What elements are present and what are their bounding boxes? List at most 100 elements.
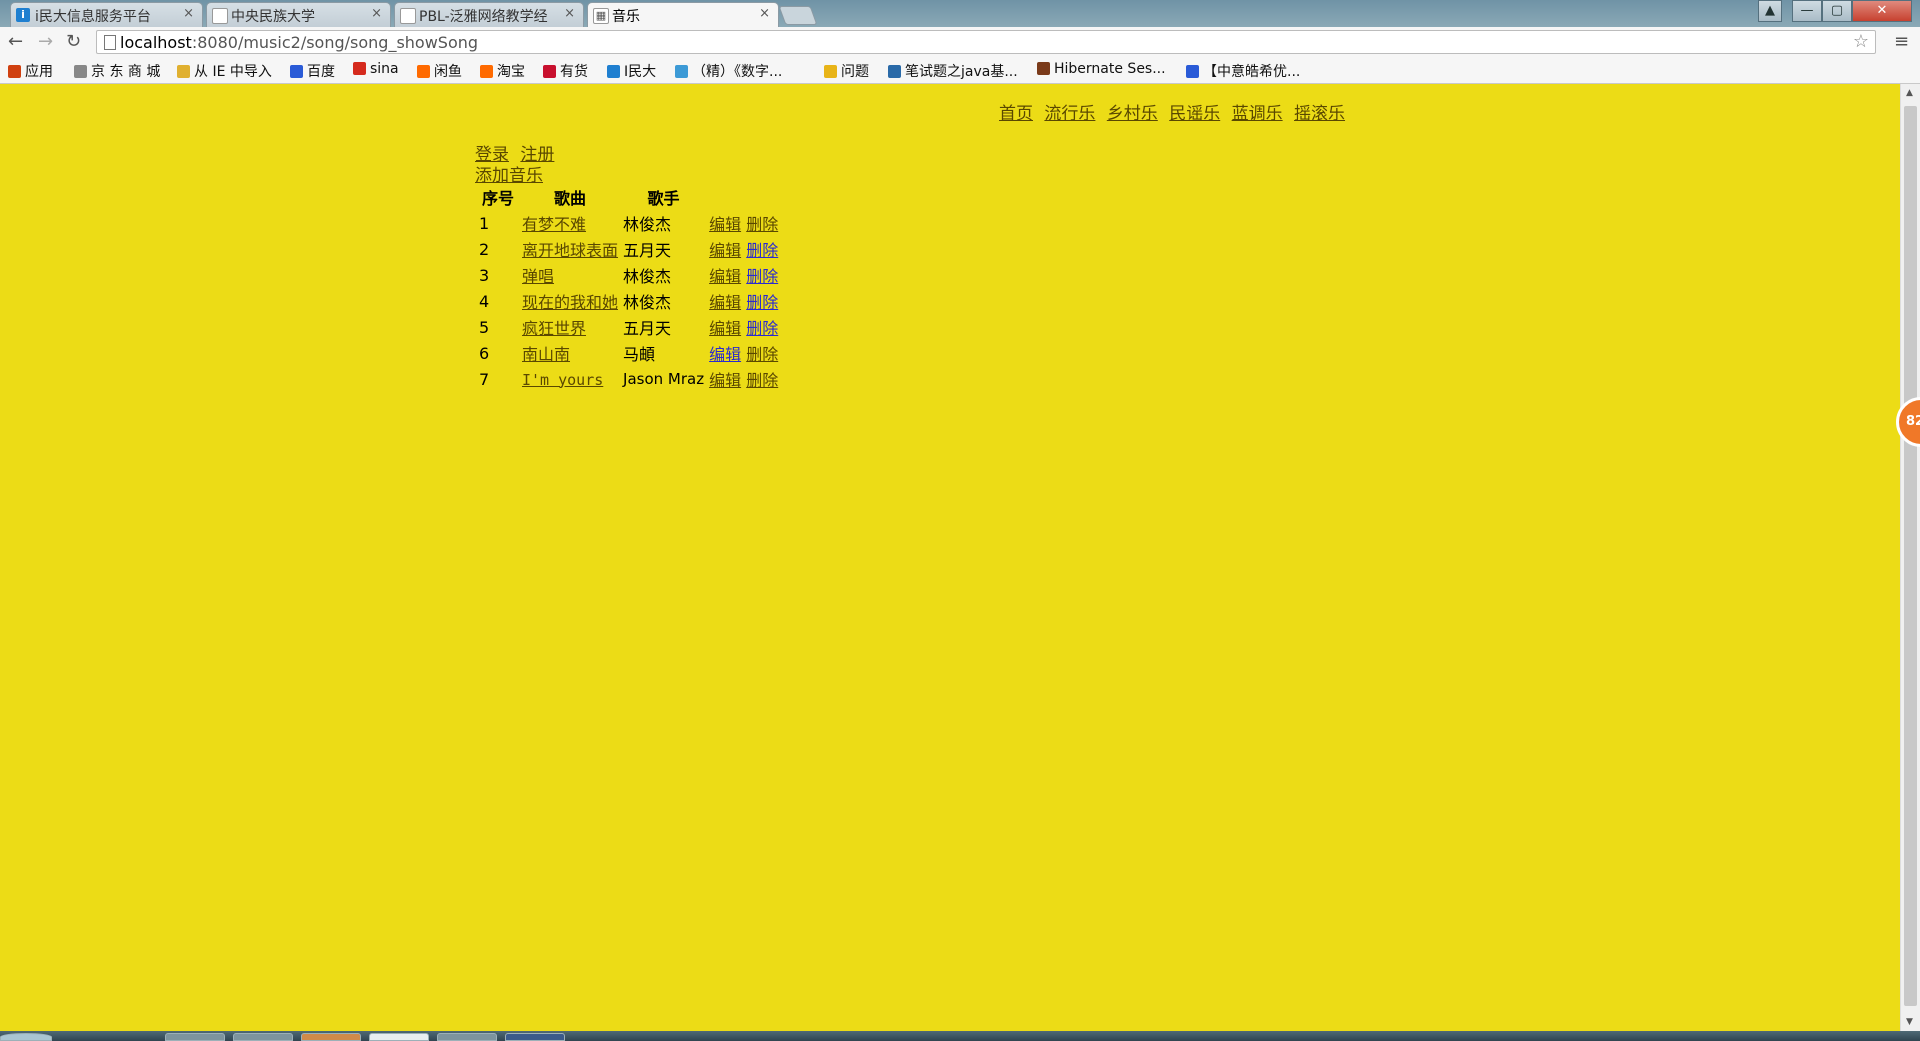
maximize-button[interactable]: ▢: [1822, 0, 1852, 22]
bookmark-item[interactable]: 从 IE 中导入: [177, 61, 272, 81]
nav-link-rock[interactable]: 摇滚乐: [1294, 104, 1345, 124]
book-icon: [675, 65, 688, 78]
scroll-down-icon[interactable]: ▼: [1906, 1017, 1913, 1027]
header-index: 序号: [481, 189, 514, 208]
bookmark-item[interactable]: 京 东 商 城: [74, 61, 160, 81]
url-path: :8080/music2/song/song_showSong: [191, 33, 479, 52]
page-icon: [212, 8, 228, 24]
taskbar-app[interactable]: [437, 1033, 497, 1041]
song-index: 4: [479, 291, 490, 311]
browser-toolbar: ← → ↻ localhost:8080/music2/song/song_sh…: [0, 27, 1920, 57]
new-tab-button[interactable]: [778, 6, 818, 25]
edit-link[interactable]: 编辑: [709, 241, 741, 260]
close-window-button[interactable]: ✕: [1852, 0, 1912, 22]
song-title-link[interactable]: 现在的我和她: [522, 293, 618, 312]
forward-icon[interactable]: →: [38, 31, 53, 52]
scrollbar-thumb[interactable]: [1904, 106, 1917, 1006]
bookmark-item[interactable]: 【中意皓希优...: [1186, 61, 1300, 81]
tab-imind-info[interactable]: i i民大信息服务平台 ×: [10, 2, 203, 27]
close-tab-icon[interactable]: ×: [564, 6, 575, 21]
bookmark-item[interactable]: 淘宝: [480, 61, 525, 81]
smile-icon: [824, 65, 837, 78]
song-cell: 有梦不难: [521, 211, 619, 235]
delete-link[interactable]: 删除: [746, 319, 778, 338]
bookmark-item[interactable]: （精）《数字...: [675, 61, 782, 81]
taskbar-app[interactable]: [233, 1033, 293, 1041]
song-title-link[interactable]: 弹唱: [522, 267, 554, 286]
edit-link[interactable]: 编辑: [709, 345, 741, 364]
bookmark-item[interactable]: 问题: [824, 61, 869, 81]
edit-link[interactable]: 编辑: [709, 293, 741, 312]
song-title-link[interactable]: 离开地球表面: [522, 241, 618, 260]
menu-icon[interactable]: ≡: [1894, 31, 1909, 52]
url-text[interactable]: localhost:8080/music2/song/song_showSong: [120, 33, 478, 52]
bookmark-item[interactable]: Hibernate Ses...: [1037, 61, 1166, 77]
song-index: 3: [479, 265, 490, 285]
baidu-icon: [1186, 65, 1199, 78]
start-button[interactable]: [0, 1033, 52, 1041]
singer-cell: 林俊杰: [623, 215, 672, 234]
top-nav: 首页 流行乐 乡村乐 民谣乐 蓝调乐 摇滚乐: [999, 99, 1351, 124]
song-title-link[interactable]: 南山南: [522, 345, 570, 364]
song-title-link[interactable]: I'm yours: [522, 371, 603, 389]
address-bar[interactable]: localhost:8080/music2/song/song_showSong…: [96, 30, 1876, 54]
nav-link-blues[interactable]: 蓝调乐: [1232, 104, 1283, 124]
minimize-button[interactable]: —: [1792, 0, 1822, 22]
bookmark-star-icon[interactable]: ☆: [1853, 31, 1869, 52]
taobao-icon: [417, 65, 430, 78]
song-cell: I'm yours: [521, 367, 619, 391]
bookmark-item[interactable]: 应用: [8, 61, 53, 81]
bookmark-item[interactable]: I民大: [607, 61, 656, 81]
bookmark-item[interactable]: 百度: [290, 61, 335, 81]
nav-link-folk[interactable]: 民谣乐: [1169, 104, 1220, 124]
bookmark-item[interactable]: 笔试题之java基...: [888, 61, 1018, 81]
delete-link[interactable]: 删除: [746, 345, 778, 364]
tab-muc[interactable]: 中央民族大学 ×: [206, 2, 391, 27]
back-icon[interactable]: ←: [8, 31, 23, 52]
bookmark-item[interactable]: 有货: [543, 61, 588, 81]
edit-link[interactable]: 编辑: [709, 215, 741, 234]
tab-title: PBL-泛雅网络教学经: [419, 9, 548, 25]
delete-link[interactable]: 删除: [746, 215, 778, 234]
nav-link-country[interactable]: 乡村乐: [1107, 104, 1158, 124]
taskbar-app[interactable]: [505, 1033, 565, 1041]
delete-link[interactable]: 删除: [746, 371, 778, 390]
bookmark-item[interactable]: sina: [353, 61, 399, 77]
scroll-up-icon[interactable]: ▲: [1906, 88, 1913, 98]
page-icon: [400, 8, 416, 24]
close-tab-icon[interactable]: ×: [183, 6, 194, 21]
close-tab-icon[interactable]: ×: [759, 6, 770, 21]
delete-link[interactable]: 删除: [746, 267, 778, 286]
bookmark-label: 有货: [560, 64, 588, 80]
nav-link-home[interactable]: 首页: [999, 104, 1033, 124]
table-header-row: 序号 歌曲 歌手: [478, 185, 779, 209]
nav-link-pop[interactable]: 流行乐: [1044, 104, 1095, 124]
song-title-link[interactable]: 疯狂世界: [522, 319, 586, 338]
delete-link[interactable]: 删除: [746, 241, 778, 260]
taskbar-app[interactable]: [369, 1033, 429, 1041]
close-tab-icon[interactable]: ×: [371, 6, 382, 21]
song-index: 2: [479, 239, 490, 259]
folder-icon: [177, 65, 190, 78]
table-row: 3 弹唱 林俊杰 编辑 删除: [478, 263, 779, 287]
header-singer: 歌手: [647, 189, 680, 208]
song-title-link[interactable]: 有梦不难: [522, 215, 586, 234]
url-host: localhost: [120, 33, 192, 52]
edit-link[interactable]: 编辑: [709, 319, 741, 338]
bookmark-label: 京 东 商 城: [91, 64, 161, 80]
taskbar-app[interactable]: [165, 1033, 225, 1041]
bookmark-label: 问题: [841, 64, 869, 80]
tab-pbl[interactable]: PBL-泛雅网络教学经 ×: [394, 2, 584, 27]
actions-cell: 编辑 删除: [708, 289, 779, 313]
taskbar-app[interactable]: [301, 1033, 361, 1041]
edit-link[interactable]: 编辑: [709, 371, 741, 390]
song-index: 7: [479, 369, 490, 389]
tab-music[interactable]: ▦ 音乐 ×: [587, 2, 779, 27]
delete-link[interactable]: 删除: [746, 293, 778, 312]
reload-icon[interactable]: ↻: [66, 31, 81, 52]
edit-link[interactable]: 编辑: [709, 267, 741, 286]
vertical-scrollbar[interactable]: ▲ ▼: [1900, 84, 1920, 1031]
bookmark-label: Hibernate Ses...: [1054, 61, 1166, 77]
bookmark-item[interactable]: 闲鱼: [417, 61, 462, 81]
user-icon[interactable]: ▲: [1758, 0, 1782, 22]
